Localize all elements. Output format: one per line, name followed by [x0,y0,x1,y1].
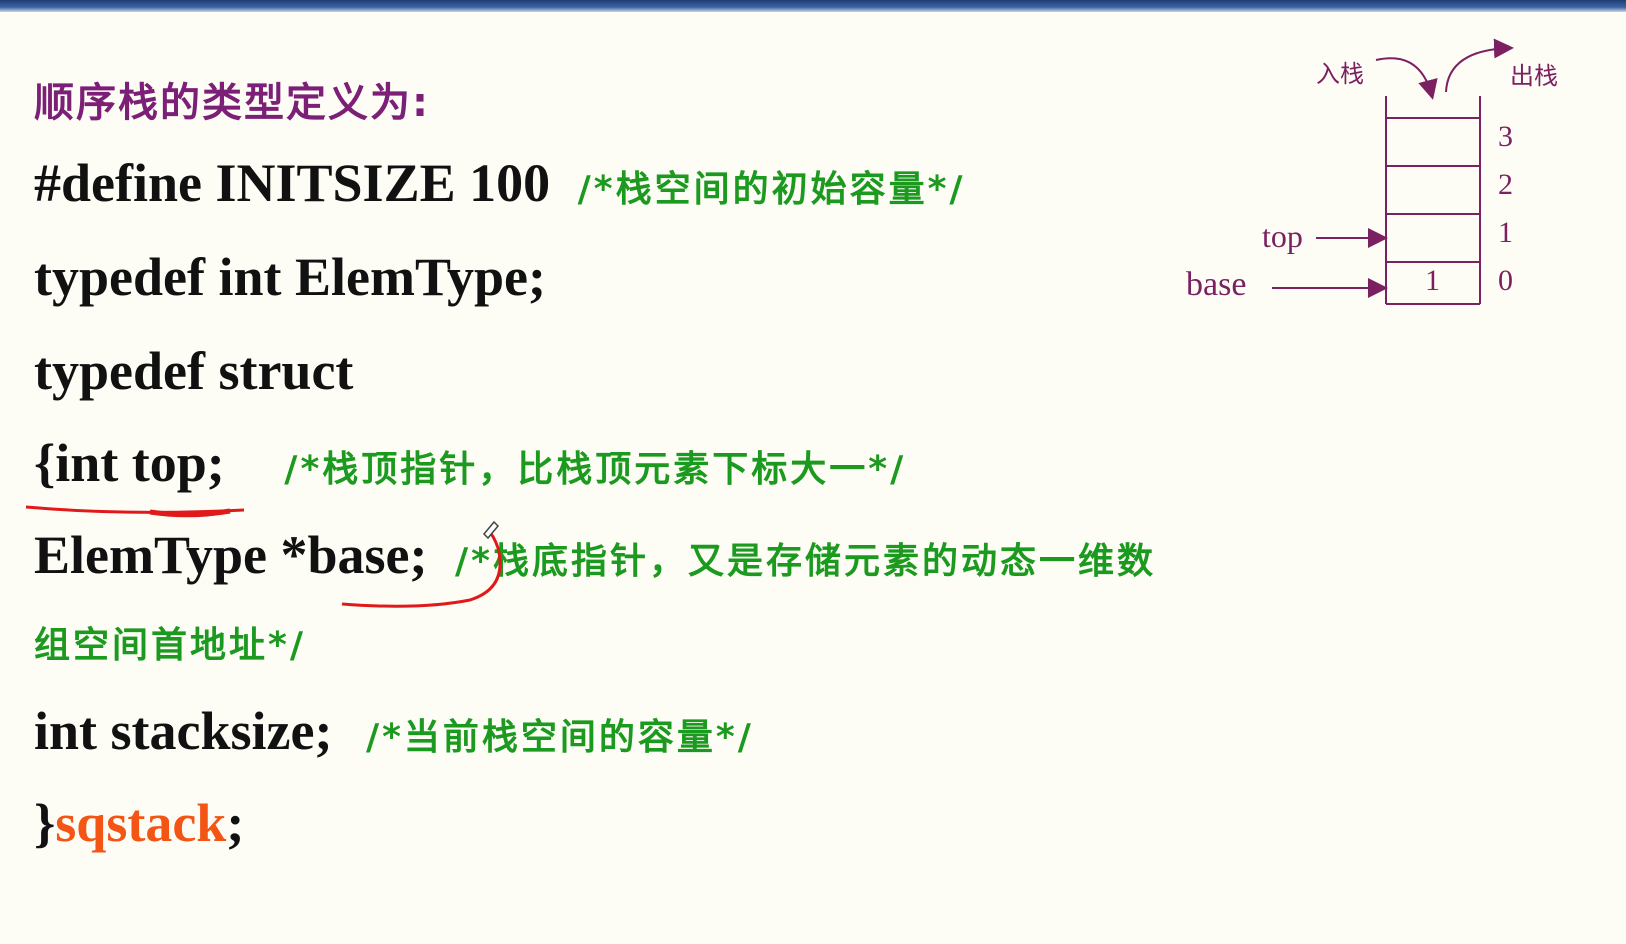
top-pointer-label: top [1262,218,1303,254]
cell-value: 1 [1425,264,1440,297]
push-arrow [1375,57,1438,100]
push-label: 入栈 [1316,60,1364,88]
base-pointer-label: base [1186,266,1247,303]
cell-index: 1 [1498,216,1513,249]
stack-diagram: 入栈 出栈 top base 3 2 1 0 1 [1180,36,1626,326]
cell-index: 3 [1498,120,1513,153]
stack-diagram-shape [1272,38,1514,305]
pop-label: 出栈 [1510,62,1558,90]
cell-index: 2 [1498,168,1513,201]
base-annotation-curve [341,528,502,608]
pop-arrow [1445,38,1514,93]
cell-index: 0 [1498,264,1513,297]
